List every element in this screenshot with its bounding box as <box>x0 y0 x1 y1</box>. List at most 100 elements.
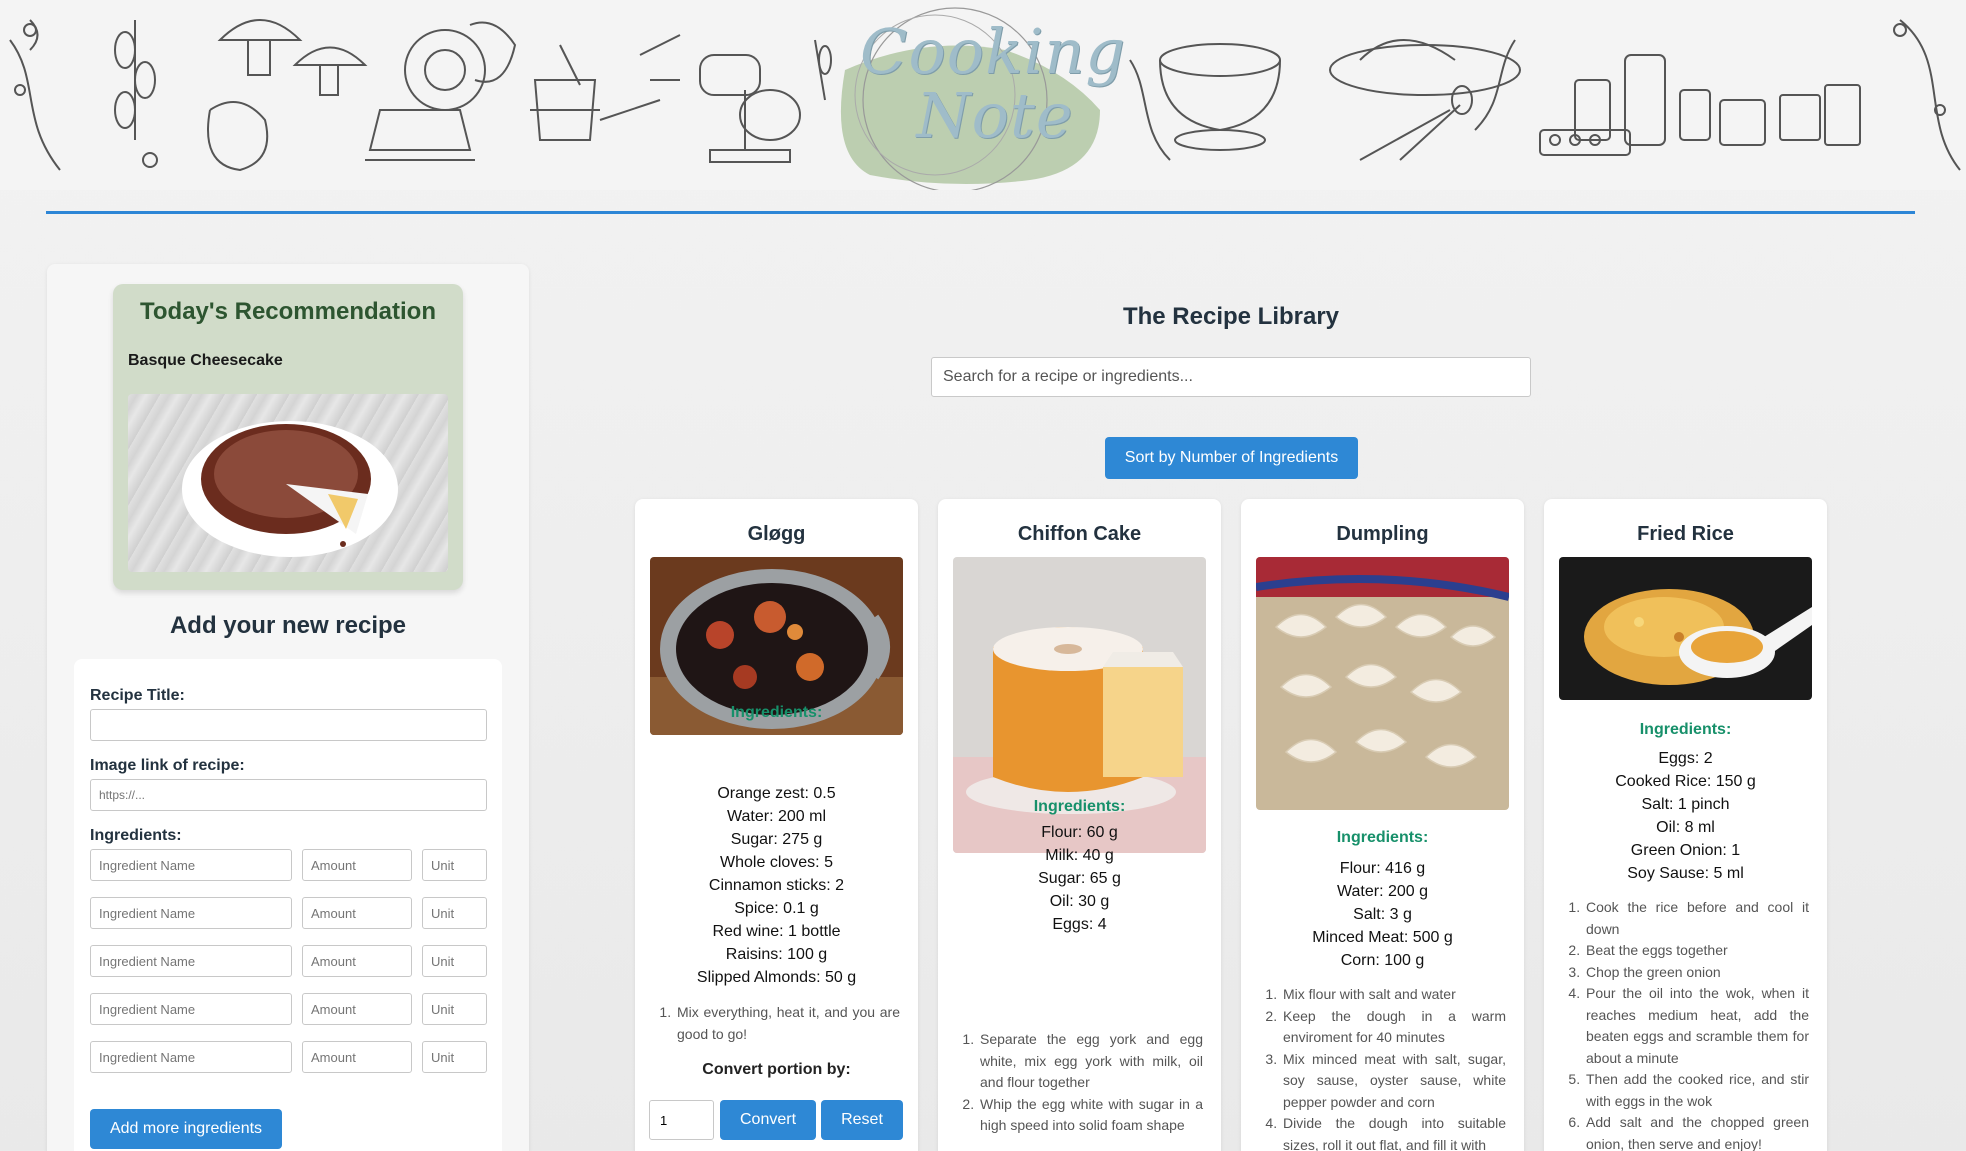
step-item: Divide the dough into suitable sizes, ro… <box>1281 1113 1506 1151</box>
ingredient-amount-input[interactable] <box>302 945 412 977</box>
step-item: Mix everything, heat it, and you are goo… <box>675 1002 900 1045</box>
recipe-title: Dumpling <box>1336 523 1429 545</box>
recipe-card-chiffon-cake: Chiffon Cake Ingredients: Flour: 60 g Mi… <box>938 499 1221 1151</box>
recommendation-title: Today's Recommendation <box>140 298 436 325</box>
step-item: Cook the rice before and cool it down <box>1584 897 1809 940</box>
portion-input[interactable] <box>649 1100 714 1140</box>
ingredients-heading: Ingredients: <box>1033 798 1126 815</box>
ingredient-item: Water: 200 g <box>1336 883 1428 900</box>
ingredient-item: Corn: 100 g <box>1340 952 1425 969</box>
add-more-ingredients-button[interactable]: Add more ingredients <box>90 1109 282 1149</box>
step-item: Whip the egg white with sugar in a high … <box>978 1094 1203 1137</box>
step-list: Cook the rice before and cool it down Be… <box>1564 897 1809 1151</box>
step-item: Then add the cooked rice, and stir with … <box>1584 1069 1809 1112</box>
recipe-title: Fried Rice <box>1637 523 1734 545</box>
logo-line-2: Note <box>916 79 1074 152</box>
ingredient-unit-input[interactable] <box>422 849 487 881</box>
recipe-card-dumpling: Dumpling Ingredients: Flour: 416 g Water… <box>1241 499 1524 1151</box>
ingredient-unit-input[interactable] <box>422 993 487 1025</box>
ingredient-item: Whole cloves: 5 <box>720 854 833 871</box>
convert-button[interactable]: Convert <box>720 1100 816 1140</box>
ingredient-row <box>90 993 487 1025</box>
header-divider <box>46 211 1915 214</box>
ingredient-amount-input[interactable] <box>302 1041 412 1073</box>
recommendation-recipe-name: Basque Cheesecake <box>128 352 283 369</box>
ingredients-label: Ingredients: <box>90 827 182 844</box>
ingredient-item: Salt: 1 pinch <box>1641 796 1730 813</box>
add-recipe-form: Recipe Title: Image link of recipe: Ingr… <box>74 659 502 1151</box>
sort-by-ingredients-button[interactable]: Sort by Number of Ingredients <box>1105 437 1358 479</box>
step-item: Pour the oil into the wok, when it reach… <box>1584 983 1809 1069</box>
ingredient-row <box>90 849 487 881</box>
ingredient-item: Water: 200 ml <box>727 808 826 825</box>
ingredient-item: Eggs: 2 <box>1658 750 1713 767</box>
ingredient-item: Slipped Almonds: 50 g <box>696 969 857 986</box>
image-link-input[interactable] <box>90 779 487 811</box>
step-item: Mix minced meat with salt, sugar, soy sa… <box>1281 1049 1506 1114</box>
ingredient-name-input[interactable] <box>90 945 292 977</box>
ingredient-list: Eggs: 2 Cooked Rice: 150 g Salt: 1 pinch… <box>1544 747 1827 885</box>
add-recipe-title: Add your new recipe <box>169 612 407 639</box>
ingredient-row <box>90 897 487 929</box>
image-link-label: Image link of recipe: <box>90 757 245 774</box>
ingredient-item: Sugar: 65 g <box>1038 870 1121 887</box>
recipe-title: Gløgg <box>747 523 806 545</box>
recipe-title-input[interactable] <box>90 709 487 741</box>
ingredient-item: Oil: 8 ml <box>1656 819 1715 836</box>
ingredient-item: Minced Meat: 500 g <box>1312 929 1453 946</box>
ingredient-item: Cooked Rice: 150 g <box>1615 773 1756 790</box>
step-item: Mix flour with salt and water <box>1281 984 1506 1006</box>
recipe-card-fried-rice: Fried Rice Ingredients: Eggs: 2 Cooked R… <box>1544 499 1827 1151</box>
ingredient-item: Eggs: 4 <box>1052 916 1107 933</box>
ingredient-name-input[interactable] <box>90 897 292 929</box>
ingredient-item: Flour: 60 g <box>1041 824 1118 841</box>
ingredient-item: Milk: 40 g <box>1045 847 1114 864</box>
recipe-image[interactable] <box>1256 557 1509 810</box>
recipe-image[interactable] <box>1559 557 1812 700</box>
ingredient-unit-input[interactable] <box>422 1041 487 1073</box>
ingredient-name-input[interactable] <box>90 849 292 881</box>
logo-line-1: Cooking <box>860 15 1127 88</box>
ingredient-item: Salt: 3 g <box>1353 906 1412 923</box>
search-input[interactable] <box>931 357 1531 397</box>
recommendation-card[interactable]: Today's Recommendation Basque Cheesecake <box>113 284 463 590</box>
ingredient-row <box>90 945 487 977</box>
convert-portion-label: Convert portion by: <box>702 1061 851 1078</box>
ingredient-unit-input[interactable] <box>422 897 487 929</box>
recipe-title: Chiffon Cake <box>1017 523 1142 545</box>
step-item: Chop the green onion <box>1584 962 1809 984</box>
ingredient-item: Orange zest: 0.5 <box>717 785 836 802</box>
ingredients-heading: Ingredients: <box>1336 829 1429 846</box>
ingredients-heading: Ingredients: <box>1639 721 1732 738</box>
ingredient-item: Spice: 0.1 g <box>734 900 819 917</box>
logo[interactable]: Cooking Note <box>860 15 1127 152</box>
step-item: Add salt and the chopped green onion, th… <box>1584 1112 1809 1151</box>
ingredient-amount-input[interactable] <box>302 897 412 929</box>
ingredient-unit-input[interactable] <box>422 945 487 977</box>
recipe-title-label: Recipe Title: <box>90 687 185 704</box>
ingredient-item: Oil: 30 g <box>1049 893 1110 910</box>
ingredient-item: Sugar: 275 g <box>730 831 823 848</box>
ingredient-item: Cinnamon sticks: 2 <box>708 877 845 894</box>
left-panel: Today's Recommendation Basque Cheesecake… <box>47 264 529 1151</box>
ingredient-name-input[interactable] <box>90 1041 292 1073</box>
ingredient-name-input[interactable] <box>90 993 292 1025</box>
step-list: Separate the egg york and egg white, mix… <box>958 1029 1203 1137</box>
ingredient-item: Soy Sause: 5 ml <box>1627 865 1744 882</box>
step-item: Keep the dough in a warm enviroment for … <box>1281 1006 1506 1049</box>
ingredient-item: Green Onion: 1 <box>1630 842 1741 859</box>
ingredient-list: Orange zest: 0.5 Water: 200 ml Sugar: 27… <box>635 782 918 989</box>
header-banner: Cooking Note <box>0 0 1966 190</box>
library-title: The Recipe Library <box>1122 303 1340 330</box>
recommendation-image[interactable] <box>128 394 448 572</box>
ingredient-list: Flour: 416 g Water: 200 g Salt: 3 g Minc… <box>1241 857 1524 972</box>
step-item: Separate the egg york and egg white, mix… <box>978 1029 1203 1094</box>
ingredients-heading: Ingredients: <box>730 704 823 721</box>
ingredient-amount-input[interactable] <box>302 849 412 881</box>
reset-button[interactable]: Reset <box>821 1100 903 1140</box>
ingredient-amount-input[interactable] <box>302 993 412 1025</box>
ingredient-item: Red wine: 1 bottle <box>712 923 841 940</box>
ingredient-list: Flour: 60 g Milk: 40 g Sugar: 65 g Oil: … <box>938 821 1221 936</box>
ingredient-row <box>90 1041 487 1073</box>
step-item: Beat the eggs together <box>1584 940 1809 962</box>
